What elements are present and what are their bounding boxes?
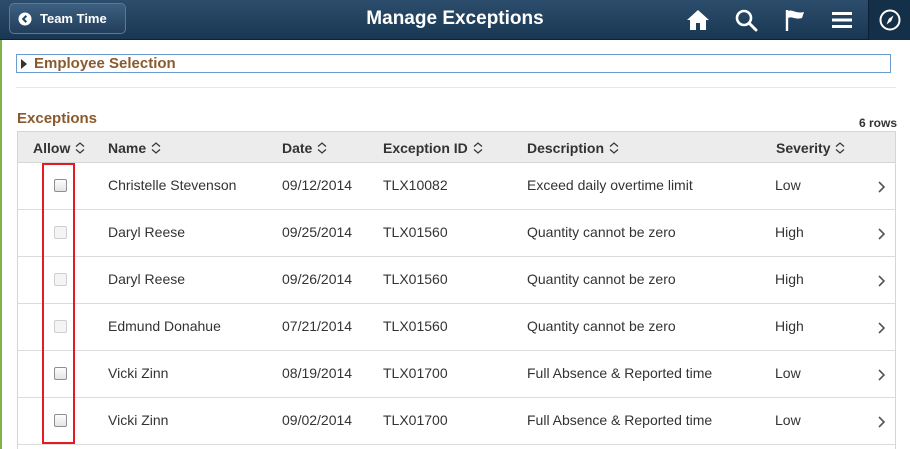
exception-date: 09/26/2014	[282, 271, 353, 287]
exception-id: TLX10082	[383, 177, 448, 193]
chevron-right-icon[interactable]	[876, 415, 886, 429]
navigator-icon[interactable]	[868, 0, 910, 40]
exception-description: Quantity cannot be zero	[527, 318, 676, 334]
chevron-right-icon[interactable]	[876, 368, 886, 382]
sort-icon	[836, 142, 845, 154]
column-header-allow[interactable]: Allow	[33, 132, 85, 164]
employee-name: Vicki Zinn	[108, 365, 169, 381]
table-row[interactable]: Vicki Zinn 08/19/2014 TLX01700 Full Abse…	[18, 351, 895, 398]
column-header-name[interactable]: Name	[108, 132, 161, 164]
home-icon[interactable]	[684, 6, 712, 34]
chevron-right-icon[interactable]	[876, 274, 886, 288]
exception-description: Exceed daily overtime limit	[527, 177, 693, 193]
column-header-label: Name	[108, 139, 147, 156]
exception-date: 07/21/2014	[282, 318, 353, 334]
exception-severity: Low	[775, 365, 801, 381]
chevron-left-icon	[18, 12, 32, 25]
table-row[interactable]: Christelle Stevenson 09/12/2014 TLX10082…	[18, 163, 895, 210]
exception-description: Quantity cannot be zero	[527, 271, 676, 287]
grid-header: Allow Name Date Exception ID Description…	[18, 131, 895, 163]
column-header-label: Date	[282, 139, 313, 156]
employee-name: Christelle Stevenson	[108, 177, 237, 193]
sort-icon	[317, 142, 327, 154]
allow-checkbox[interactable]	[54, 179, 67, 192]
exception-description: Quantity cannot be zero	[527, 224, 676, 240]
allow-checkbox[interactable]	[54, 414, 67, 427]
chevron-right-icon[interactable]	[876, 180, 886, 194]
sort-icon	[609, 142, 619, 154]
column-header-label: Description	[527, 139, 605, 156]
exception-id: TLX01700	[383, 412, 448, 428]
exception-id: TLX01560	[383, 224, 448, 240]
exception-date: 09/02/2014	[282, 412, 353, 428]
table-row[interactable]: Daryl Reese 09/26/2014 TLX01560 Quantity…	[18, 257, 895, 304]
exception-description: Full Absence & Reported time	[527, 365, 713, 381]
row-count: 6 rows	[858, 116, 897, 130]
column-header-severity[interactable]: Severity	[776, 132, 845, 164]
employee-name: Edmund Donahue	[108, 318, 221, 334]
employee-selection-toggle[interactable]: Employee Selection	[16, 54, 891, 73]
back-button-label: Team Time	[40, 11, 107, 26]
search-icon[interactable]	[732, 6, 760, 34]
column-header-date[interactable]: Date	[282, 132, 327, 164]
chevron-right-icon[interactable]	[876, 227, 886, 241]
page-title: Manage Exceptions	[366, 8, 544, 29]
section-divider	[16, 87, 896, 88]
employee-selection-label: Employee Selection	[34, 55, 176, 72]
allow-checkbox	[54, 320, 67, 333]
table-row[interactable]: Edmund Donahue 07/21/2014 TLX01560 Quant…	[18, 304, 895, 351]
exception-id: TLX01560	[383, 318, 448, 334]
exception-date: 09/25/2014	[282, 224, 353, 240]
exception-date: 08/19/2014	[282, 365, 353, 381]
column-header-label: Allow	[33, 139, 71, 156]
column-header-label: Severity	[776, 139, 831, 156]
menu-icon[interactable]	[828, 6, 856, 34]
column-header-description[interactable]: Description	[527, 132, 619, 164]
exception-severity: Low	[775, 177, 801, 193]
exception-id: TLX01560	[383, 271, 448, 287]
column-header-label: Exception ID	[383, 139, 468, 156]
exception-severity: Low	[775, 412, 801, 428]
collapsed-arrow-icon	[21, 58, 27, 69]
exception-date: 09/12/2014	[282, 177, 353, 193]
left-accent-bar	[0, 0, 2, 449]
allow-checkbox[interactable]	[54, 367, 67, 380]
employee-name: Vicki Zinn	[108, 412, 169, 428]
sort-icon	[75, 142, 85, 154]
table-row[interactable]: Vicki Zinn 09/02/2014 TLX01700 Full Abse…	[18, 398, 895, 445]
employee-name: Daryl Reese	[108, 224, 186, 240]
sort-icon	[151, 142, 161, 154]
allow-checkbox	[54, 226, 67, 239]
exceptions-title: Exceptions	[17, 110, 98, 127]
exception-id: TLX01700	[383, 365, 448, 381]
back-button[interactable]: Team Time	[9, 3, 126, 34]
column-header-exception-id[interactable]: Exception ID	[383, 132, 483, 164]
exception-severity: High	[775, 318, 804, 334]
page-banner: Team Time Manage Exceptions	[0, 0, 910, 40]
flag-icon[interactable]	[781, 6, 809, 34]
employee-name: Daryl Reese	[108, 271, 186, 287]
exception-description: Full Absence & Reported time	[527, 412, 713, 428]
exception-severity: High	[775, 224, 804, 240]
table-row[interactable]: Daryl Reese 09/25/2014 TLX01560 Quantity…	[18, 210, 895, 257]
allow-checkbox	[54, 273, 67, 286]
exception-severity: High	[775, 271, 804, 287]
exceptions-grid: Allow Name Date Exception ID Description…	[17, 131, 896, 449]
sort-icon	[473, 142, 483, 154]
chevron-right-icon[interactable]	[876, 321, 886, 335]
